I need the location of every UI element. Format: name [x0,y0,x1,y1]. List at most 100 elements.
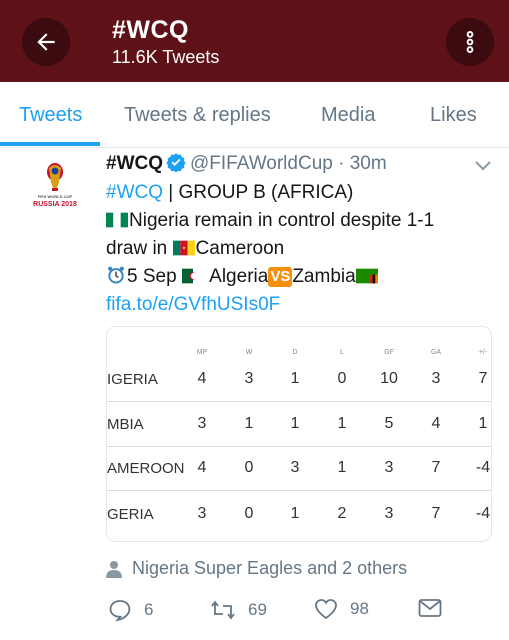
table-cell: 1 [290,415,300,432]
like-button[interactable]: 98 [314,598,369,620]
table-cell: 7 [431,505,441,522]
table-cell: 1 [290,505,300,522]
standings-image-card[interactable]: MP W D L GF GA +/- IGERIA 4 3 1 0 10 3 7… [106,326,492,542]
table-cell: 1 [337,415,347,432]
nigeria-flag-icon [106,212,128,228]
table-cell: 1 [478,415,488,432]
table-cell: 1 [337,459,347,476]
table-cell: 1 [290,370,300,387]
author-name[interactable]: #WCQ [106,153,163,174]
tweet-line-4: 5 Sep Algeria VS Zambia [106,263,496,291]
page-title: #WCQ [112,16,189,44]
col-header-gf: GF [384,349,394,356]
algeria-text: Algeria [204,266,269,287]
table-cell: 7 [478,370,488,387]
table-row-team: MBIA [107,416,144,433]
retweet-icon [211,600,235,620]
table-cell: 0 [244,459,254,476]
tweet-line-3: draw in Cameroon [106,235,496,263]
retweet-count: 69 [248,600,267,619]
tab-tweets[interactable]: Tweets [19,104,82,127]
zambia-text: Zambia [292,266,356,287]
cameroon-flag-icon [172,240,195,256]
heart-icon [315,599,337,620]
col-header-l: L [340,349,344,356]
table-cell: 3 [384,459,394,476]
table-cell: -4 [475,505,491,522]
table-cell: 3 [384,505,394,522]
tweet-count: 11.6K Tweets [112,47,220,67]
table-cell: 0 [337,370,347,387]
reply-button[interactable]: 6 [108,598,153,622]
tweet-line-2: Nigeria remain in control despite 1-1 [106,207,496,235]
tweet-line-1: #WCQ | GROUP B (AFRICA) [106,179,496,207]
like-count: 98 [350,599,369,618]
direct-message-button[interactable] [418,598,442,618]
table-cell: 1 [244,415,254,432]
draw-text: draw in [106,238,173,259]
person-icon [106,560,122,578]
date-text: 5 Sep [127,266,182,287]
tweet-url-link[interactable]: fifa.to/e/GVfhUSIs0F [106,294,280,315]
table-cell: 4 [431,415,441,432]
table-cell: 3 [431,370,441,387]
tab-likes[interactable]: Likes [430,104,477,127]
tweet-header: #WCQ @FIFAWorldCup · 30m [106,152,387,175]
verified-badge-icon [166,153,186,172]
tweet-line-5: fifa.to/e/GVfhUSIs0F [106,291,496,319]
chevron-down-icon[interactable] [474,160,492,172]
reply-count: 6 [144,600,154,619]
col-header-mp: MP [196,349,208,356]
envelope-icon [418,599,442,617]
table-row-team: IGERIA [107,371,158,388]
tweet-actions: 6 69 98 [106,598,496,628]
social-context-text: Nigeria Super Eagles and 2 others [132,558,408,578]
arrow-left-icon [37,33,55,51]
table-row-team: AMEROON [107,460,185,477]
row-divider [107,446,491,447]
col-header-d: D [292,349,298,356]
reply-icon [109,600,131,622]
table-row-team: GERIA [107,506,154,523]
social-context[interactable]: Nigeria Super Eagles and 2 others [106,558,407,579]
logo-line-2: RUSSIA 2018 [33,201,77,208]
tab-media[interactable]: Media [321,104,375,127]
tab-bar: Tweets Tweets & replies Media Likes [0,82,509,148]
world-cup-logo-icon: FIFA WORLD CUP RUSSIA 2018 [33,163,77,208]
time-separator: · [338,153,345,174]
col-header-ga: GA [430,349,442,356]
row-divider [107,490,491,491]
more-vertical-icon [466,31,474,53]
back-button[interactable] [22,18,70,66]
table-cell: 0 [244,505,254,522]
algeria-flag-icon [181,268,204,284]
table-cell: 2 [337,505,347,522]
row-divider [107,401,491,402]
author-handle[interactable]: @FIFAWorldCup [190,153,333,174]
col-header-w: W [245,349,253,356]
zambia-flag-icon [355,268,378,284]
table-cell: 3 [244,370,254,387]
group-text: | GROUP B (AFRICA) [163,182,354,203]
active-tab-indicator [0,142,100,146]
cameroon-text: Cameroon [195,238,285,259]
tweet-time: 30m [349,153,387,174]
table-cell: 3 [290,459,300,476]
tab-tweets-and-replies[interactable]: Tweets & replies [124,104,271,127]
headline-text: Nigeria remain in control despite 1-1 [129,210,435,231]
col-header-diff: +/- [478,349,488,356]
table-cell: 5 [384,415,394,432]
avatar[interactable]: FIFA WORLD CUP RUSSIA 2018 [22,158,88,224]
table-cell: 4 [197,370,207,387]
retweet-button[interactable]: 69 [210,598,267,622]
vs-badge: VS [268,267,293,287]
top-app-bar: #WCQ 11.6K Tweets [0,0,509,82]
hashtag-link[interactable]: #WCQ [106,182,163,203]
table-cell: 3 [197,505,207,522]
more-options-button[interactable] [446,18,494,66]
table-cell: 10 [380,370,398,387]
table-cell: -4 [475,459,491,476]
table-cell: 4 [197,459,207,476]
table-cell: 7 [431,459,441,476]
alarm-clock-icon [108,266,124,284]
